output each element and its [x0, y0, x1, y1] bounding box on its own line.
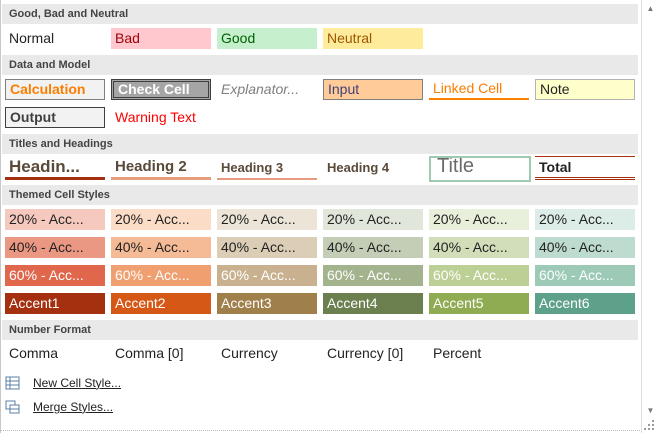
style-20-accent3[interactable]: 20% - Acc... [217, 209, 317, 230]
new-cell-style-icon [5, 376, 20, 390]
style-percent[interactable]: Percent [429, 343, 529, 364]
style-60-accent1[interactable]: 60% - Acc... [5, 265, 105, 286]
style-60-accent6[interactable]: 60% - Acc... [535, 265, 635, 286]
style-normal[interactable]: Normal [5, 28, 105, 49]
style-warning-text[interactable]: Warning Text [111, 107, 211, 128]
scroll-up-icon[interactable]: ▲ [642, 2, 659, 16]
style-title[interactable]: Title [429, 156, 531, 182]
style-60-accent3[interactable]: 60% - Acc... [217, 265, 317, 286]
style-60-accent4[interactable]: 60% - Acc... [323, 265, 423, 286]
style-60-accent2[interactable]: 60% - Acc... [111, 265, 211, 286]
section-header-good-bad-neutral: Good, Bad and Neutral [2, 4, 638, 24]
style-accent3[interactable]: Accent3 [217, 293, 317, 314]
style-calculation[interactable]: Calculation [5, 79, 105, 100]
cell-styles-gallery: Good, Bad and Neutral Normal Bad Good Ne… [0, 0, 642, 433]
style-currency[interactable]: Currency [217, 343, 317, 364]
style-accent5[interactable]: Accent5 [429, 293, 529, 314]
style-40-accent6[interactable]: 40% - Acc... [535, 237, 635, 258]
style-20-accent1[interactable]: 20% - Acc... [5, 209, 105, 230]
style-linked-cell[interactable]: Linked Cell [429, 79, 529, 100]
style-currency-0[interactable]: Currency [0] [323, 343, 423, 364]
style-40-accent4[interactable]: 40% - Acc... [323, 237, 423, 258]
merge-styles-label: Merge Styles... [33, 400, 114, 414]
section-header-themed-cell-styles: Themed Cell Styles [2, 185, 638, 205]
style-output[interactable]: Output [5, 107, 105, 128]
style-20-accent2[interactable]: 20% - Acc... [111, 209, 211, 230]
style-40-accent5[interactable]: 40% - Acc... [429, 237, 529, 258]
resize-grip-icon[interactable] [640, 416, 656, 432]
style-comma-0[interactable]: Comma [0] [111, 343, 211, 364]
style-accent2[interactable]: Accent2 [111, 293, 211, 314]
style-note[interactable]: Note [535, 79, 635, 100]
section-header-number-format: Number Format [2, 320, 638, 340]
style-comma[interactable]: Comma [5, 343, 105, 364]
merge-styles-icon [5, 400, 20, 414]
merge-styles-menu-item[interactable]: Merge Styles... [1, 395, 637, 419]
style-heading-4[interactable]: Heading 4 [323, 156, 423, 180]
style-heading-1[interactable]: Headin... [5, 156, 105, 180]
style-total[interactable]: Total [535, 156, 635, 180]
style-40-accent2[interactable]: 40% - Acc... [111, 237, 211, 258]
style-bad[interactable]: Bad [111, 28, 211, 49]
style-20-accent4[interactable]: 20% - Acc... [323, 209, 423, 230]
style-good[interactable]: Good [217, 28, 317, 49]
new-cell-style-label: New Cell Style... [33, 376, 122, 390]
section-header-titles-and-headings: Titles and Headings [2, 134, 638, 154]
style-input[interactable]: Input [323, 79, 423, 100]
style-heading-2[interactable]: Heading 2 [111, 156, 211, 180]
style-40-accent3[interactable]: 40% - Acc... [217, 237, 317, 258]
style-60-accent5[interactable]: 60% - Acc... [429, 265, 529, 286]
style-heading-3[interactable]: Heading 3 [217, 156, 317, 180]
new-cell-style-menu-item[interactable]: New Cell Style... [1, 371, 637, 395]
style-accent6[interactable]: Accent6 [535, 293, 635, 314]
style-check-cell[interactable]: Check Cell [111, 79, 211, 100]
style-accent1[interactable]: Accent1 [5, 293, 105, 314]
style-20-accent6[interactable]: 20% - Acc... [535, 209, 635, 230]
vertical-scrollbar[interactable]: ▲ ▼ [641, 0, 659, 433]
style-neutral[interactable]: Neutral [323, 28, 423, 49]
style-20-accent5[interactable]: 20% - Acc... [429, 209, 529, 230]
section-header-data-and-model: Data and Model [2, 55, 638, 75]
style-40-accent1[interactable]: 40% - Acc... [5, 237, 105, 258]
style-accent4[interactable]: Accent4 [323, 293, 423, 314]
style-explanatory[interactable]: Explanator... [217, 79, 317, 100]
